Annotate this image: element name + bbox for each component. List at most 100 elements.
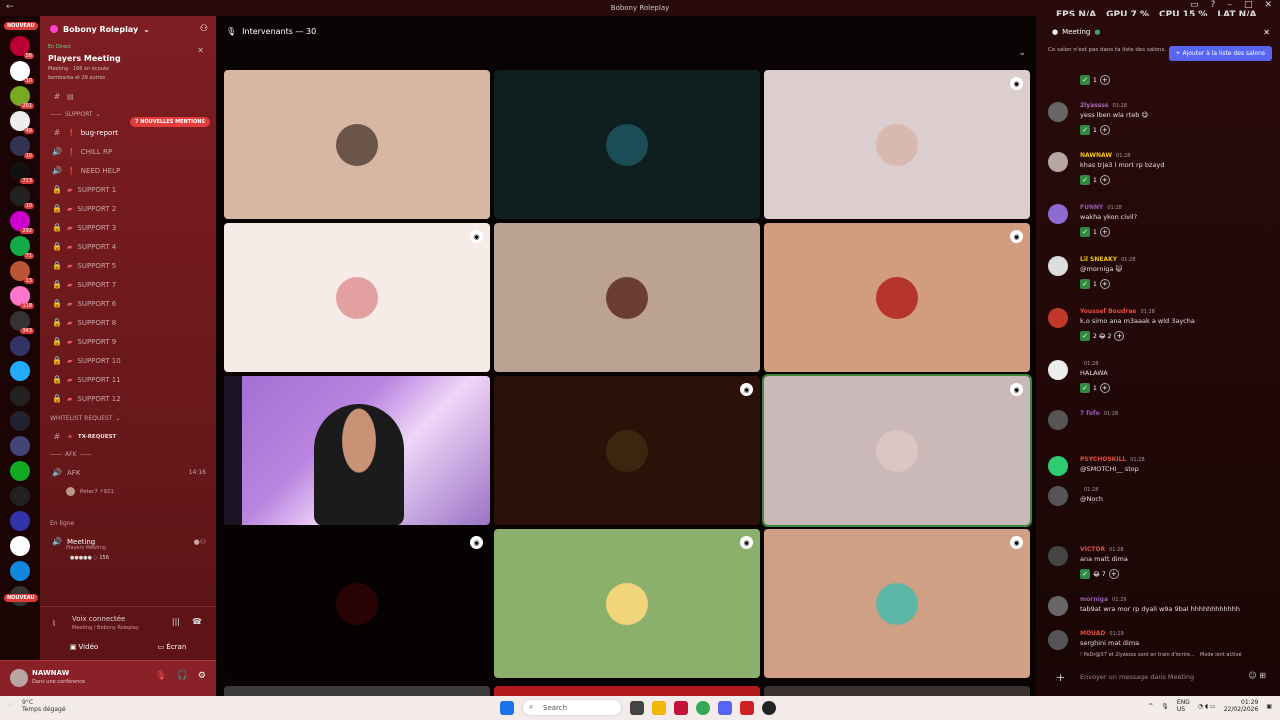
- reaction-bar[interactable]: ✓ 😂 7 +: [1080, 568, 1119, 580]
- server-icon[interactable]: 58: [10, 36, 34, 59]
- message-author[interactable]: Lil SNEAKY 01:28: [1080, 256, 1136, 263]
- afk-user[interactable]: Peter7 ⚡921: [40, 482, 216, 501]
- channel-item[interactable]: 🔒 ▰ SUPPORT 6: [40, 294, 216, 313]
- server-icon[interactable]: [10, 486, 30, 506]
- speaker-tile[interactable]: ◉: [764, 70, 1030, 219]
- maximize-button[interactable]: □: [1244, 0, 1253, 10]
- speaker-tile[interactable]: [224, 376, 490, 525]
- channel-item[interactable]: 🔒 ▰ SUPPORT 8: [40, 313, 216, 332]
- server-icon[interactable]: 713: [10, 161, 34, 184]
- avatar[interactable]: [1048, 596, 1068, 616]
- server-icon[interactable]: [10, 461, 30, 481]
- server-icon[interactable]: [10, 336, 30, 356]
- notification-icon[interactable]: ▣: [1266, 703, 1272, 710]
- server-icon[interactable]: [10, 386, 30, 406]
- speaker-tile[interactable]: ◉: [494, 529, 760, 678]
- emoji-icon[interactable]: ☺ ⊞: [1248, 671, 1266, 680]
- channel-item[interactable]: 🔒 ▰ SUPPORT 4: [40, 237, 216, 256]
- channel-item[interactable]: 🔒 ▰ SUPPORT 2: [40, 199, 216, 218]
- server-icon[interactable]: 49: [10, 111, 34, 134]
- add-reaction-icon[interactable]: +: [1099, 383, 1110, 393]
- live-event-card[interactable]: En Direct Players Meeting Meeting · 166 …: [48, 44, 208, 81]
- speaker-tile[interactable]: ◉: [224, 529, 490, 678]
- category-whitelist[interactable]: WHITELIST REQUEST ⌄: [40, 410, 216, 427]
- add-reaction-icon[interactable]: +: [1108, 569, 1119, 579]
- channel-item-op[interactable]: # ▤: [40, 87, 216, 106]
- message-author[interactable]: morniga 01:29: [1080, 596, 1126, 603]
- inbox-icon[interactable]: ▭: [1190, 0, 1199, 10]
- stream-icon[interactable]: ◉: [1010, 230, 1023, 243]
- close-button[interactable]: ✕: [1264, 0, 1272, 10]
- avatar[interactable]: [1048, 486, 1068, 506]
- avatar[interactable]: [1048, 630, 1068, 650]
- message-author[interactable]: FUNNY 01:28: [1080, 204, 1122, 211]
- screen-button[interactable]: ▭ Écran: [158, 643, 187, 651]
- speaker-tile[interactable]: [494, 686, 760, 696]
- add-reaction-icon[interactable]: +: [1099, 279, 1110, 289]
- chevron-up-icon[interactable]: ^: [1148, 703, 1153, 710]
- speaker-tile[interactable]: ◉: [764, 223, 1030, 372]
- gear-icon[interactable]: ⚙: [198, 671, 206, 681]
- app-icon[interactable]: [674, 700, 688, 715]
- channel-item[interactable]: 🔒 ▰ SUPPORT 9: [40, 332, 216, 351]
- avatar[interactable]: [1048, 256, 1068, 276]
- stream-icon[interactable]: ◉: [1010, 536, 1023, 549]
- speaker-tile[interactable]: ◉: [762, 374, 1032, 527]
- weather-widget[interactable]: 9°C Temps dégagé: [22, 699, 66, 713]
- guild-header[interactable]: Bobony Roleplay ⌄ ⚇: [40, 16, 216, 42]
- stream-icon[interactable]: ◉: [1010, 383, 1023, 396]
- speaker-tile[interactable]: ◉: [764, 529, 1030, 678]
- noise-icon[interactable]: |||: [172, 617, 180, 626]
- avatar[interactable]: [1048, 456, 1068, 476]
- app-icon[interactable]: [740, 700, 754, 715]
- channel-item[interactable]: 🔒 ▰ SUPPORT 3: [40, 218, 216, 237]
- message-author[interactable]: 01:28: [1080, 360, 1098, 367]
- speaker-tile[interactable]: [224, 70, 490, 219]
- disconnect-icon[interactable]: ☎: [192, 617, 202, 626]
- stream-icon[interactable]: ◉: [740, 383, 753, 396]
- server-icon[interactable]: 10: [10, 186, 34, 209]
- stream-icon[interactable]: ◉: [470, 536, 483, 549]
- avatar[interactable]: [1048, 204, 1068, 224]
- reaction-bar[interactable]: ✓ 1 +: [1080, 124, 1110, 136]
- add-reaction-icon[interactable]: +: [1099, 75, 1110, 85]
- clock[interactable]: 01:29 22/02/2026: [1224, 699, 1259, 713]
- avatar[interactable]: [1048, 360, 1068, 380]
- server-icon[interactable]: 13: [10, 261, 34, 284]
- close-icon[interactable]: ✕: [197, 46, 204, 55]
- close-icon[interactable]: ✕: [1263, 28, 1270, 37]
- headphones-icon[interactable]: 🎧: [177, 671, 188, 681]
- channel-item[interactable]: 🔊 ❗ NEED HELP: [40, 161, 216, 180]
- channel-item[interactable]: 🔊 ❗ CHILL RP: [40, 142, 216, 161]
- message-author[interactable]: PSYCHOSKILL 01:28: [1080, 456, 1145, 463]
- microphone-icon[interactable]: 🎙: [1161, 703, 1169, 710]
- help-icon[interactable]: ?: [1211, 0, 1216, 10]
- channel-afk[interactable]: 🔊 AFK 14:16: [40, 463, 216, 482]
- add-reaction-icon[interactable]: +: [1099, 227, 1110, 237]
- server-icon[interactable]: 71: [10, 236, 34, 259]
- channel-tx-request[interactable]: # ✦ TX-REQUEST: [40, 427, 216, 446]
- message-author[interactable]: MOUAD 01:29: [1080, 630, 1124, 637]
- add-member-icon[interactable]: ⚇: [200, 24, 208, 34]
- reaction-bar[interactable]: ✓ 1 +: [1080, 174, 1110, 186]
- avatar[interactable]: [10, 669, 28, 687]
- message-author[interactable]: NAWNAW 01:28: [1080, 152, 1130, 159]
- server-icon[interactable]: 343: [10, 311, 34, 334]
- reaction-bar[interactable]: ✓ 1 +: [1080, 382, 1110, 394]
- speaker-tile[interactable]: ◉: [224, 223, 490, 372]
- stream-icon[interactable]: ◉: [470, 230, 483, 243]
- mute-icon[interactable]: 🎙: [155, 671, 166, 681]
- chevron-down-icon[interactable]: ⌄: [1018, 48, 1026, 58]
- chat-icon[interactable]: ●⚇: [194, 538, 206, 546]
- speaker-tile[interactable]: ◉: [494, 376, 760, 525]
- speaker-tile[interactable]: [494, 223, 760, 372]
- add-reaction-icon[interactable]: +: [1099, 175, 1110, 185]
- server-icon[interactable]: 10: [10, 61, 34, 84]
- server-icon[interactable]: [10, 436, 30, 456]
- server-icon[interactable]: [10, 561, 30, 581]
- language-indicator[interactable]: ENG US: [1177, 699, 1190, 713]
- message-author[interactable]: VICTOR 01:28: [1080, 546, 1124, 553]
- stream-icon[interactable]: ◉: [1010, 77, 1023, 90]
- speaker-tile[interactable]: [764, 686, 1030, 696]
- server-icon[interactable]: 292: [10, 211, 34, 234]
